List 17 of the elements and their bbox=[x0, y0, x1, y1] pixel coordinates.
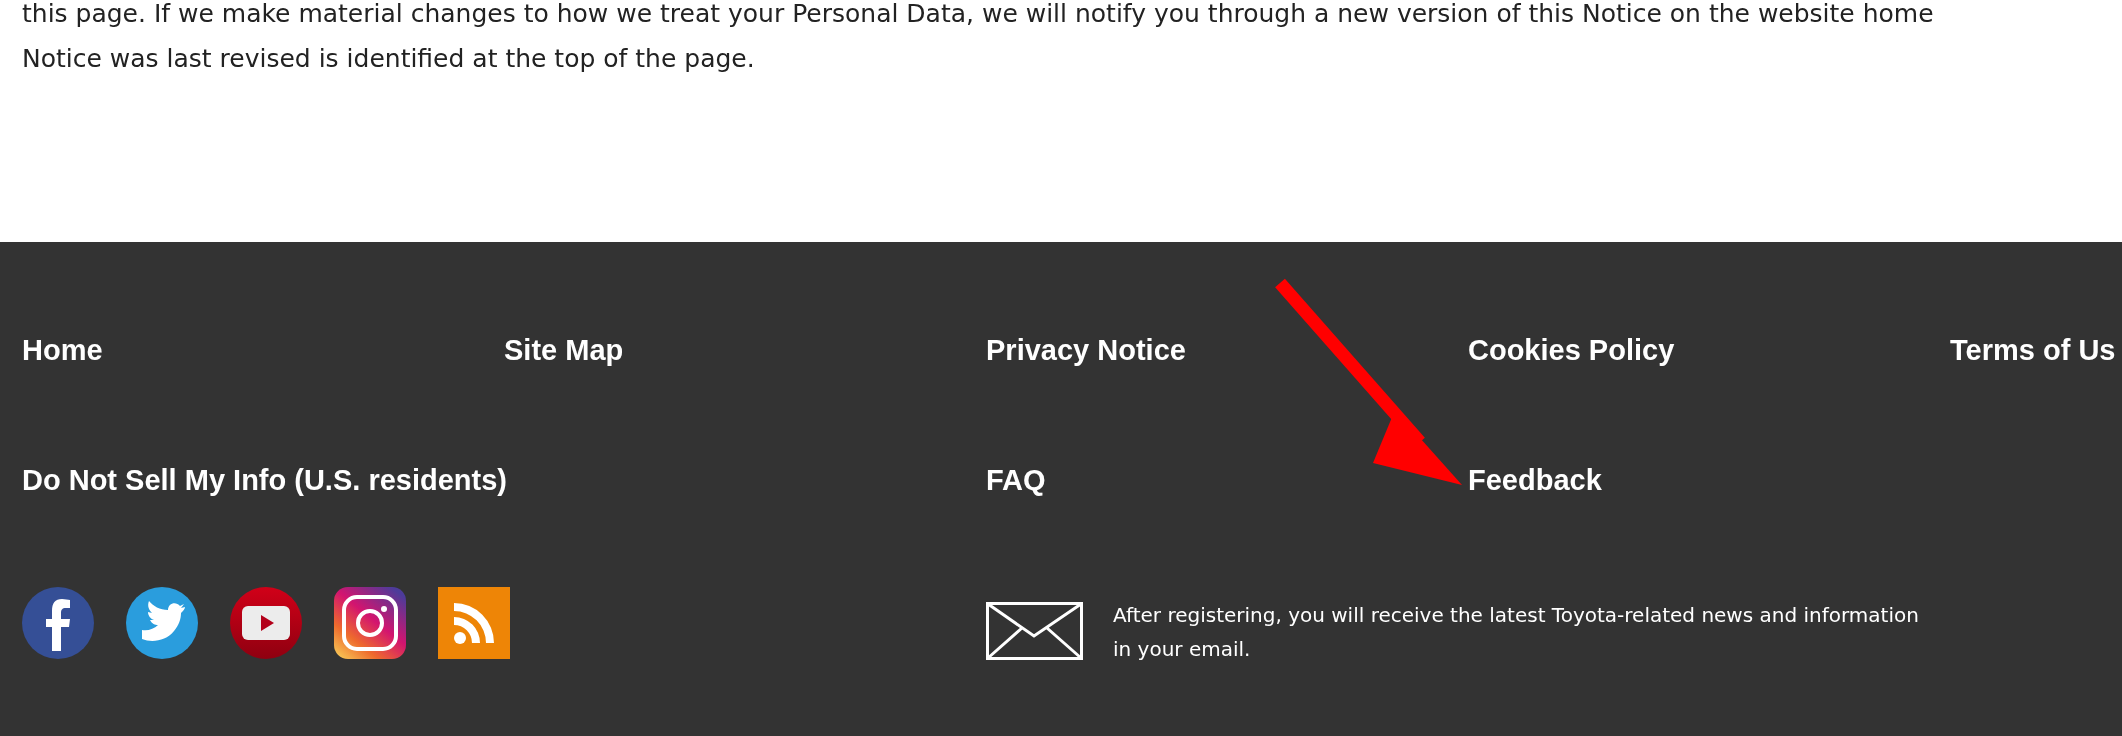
footer-link[interactable]: Terms of Us bbox=[1950, 330, 2116, 460]
newsletter-text: After registering, you will receive the latest Toyota-related news and information in your email. bbox=[1113, 602, 1920, 663]
footer-link[interactable]: Feedback bbox=[1468, 460, 1602, 590]
camera-icon[interactable] bbox=[334, 587, 406, 659]
rss-icon[interactable] bbox=[438, 587, 510, 659]
footer-link[interactable]: Privacy Notice bbox=[986, 330, 1186, 460]
footer-link[interactable]: Do Not Sell My Info (U.S. residents) bbox=[22, 460, 507, 590]
notice-text-line: this page. If we make material changes to how we treat your Personal Data, we will notify you through a new version of this Notice on the website home bbox=[22, 0, 1934, 30]
twitter-icon[interactable] bbox=[126, 587, 198, 659]
footer-link[interactable]: Site Map bbox=[504, 330, 624, 460]
notice-text-line: Notice was last revised is identified at the top of the page. bbox=[22, 43, 755, 75]
footer-link[interactable]: Home bbox=[22, 330, 103, 460]
envelope-icon bbox=[986, 602, 1083, 660]
play-icon[interactable] bbox=[230, 587, 302, 659]
facebook-icon[interactable] bbox=[22, 587, 94, 659]
footer-link[interactable]: Cookies Policy bbox=[1468, 330, 1675, 460]
footer-link[interactable]: FAQ bbox=[986, 460, 1046, 590]
